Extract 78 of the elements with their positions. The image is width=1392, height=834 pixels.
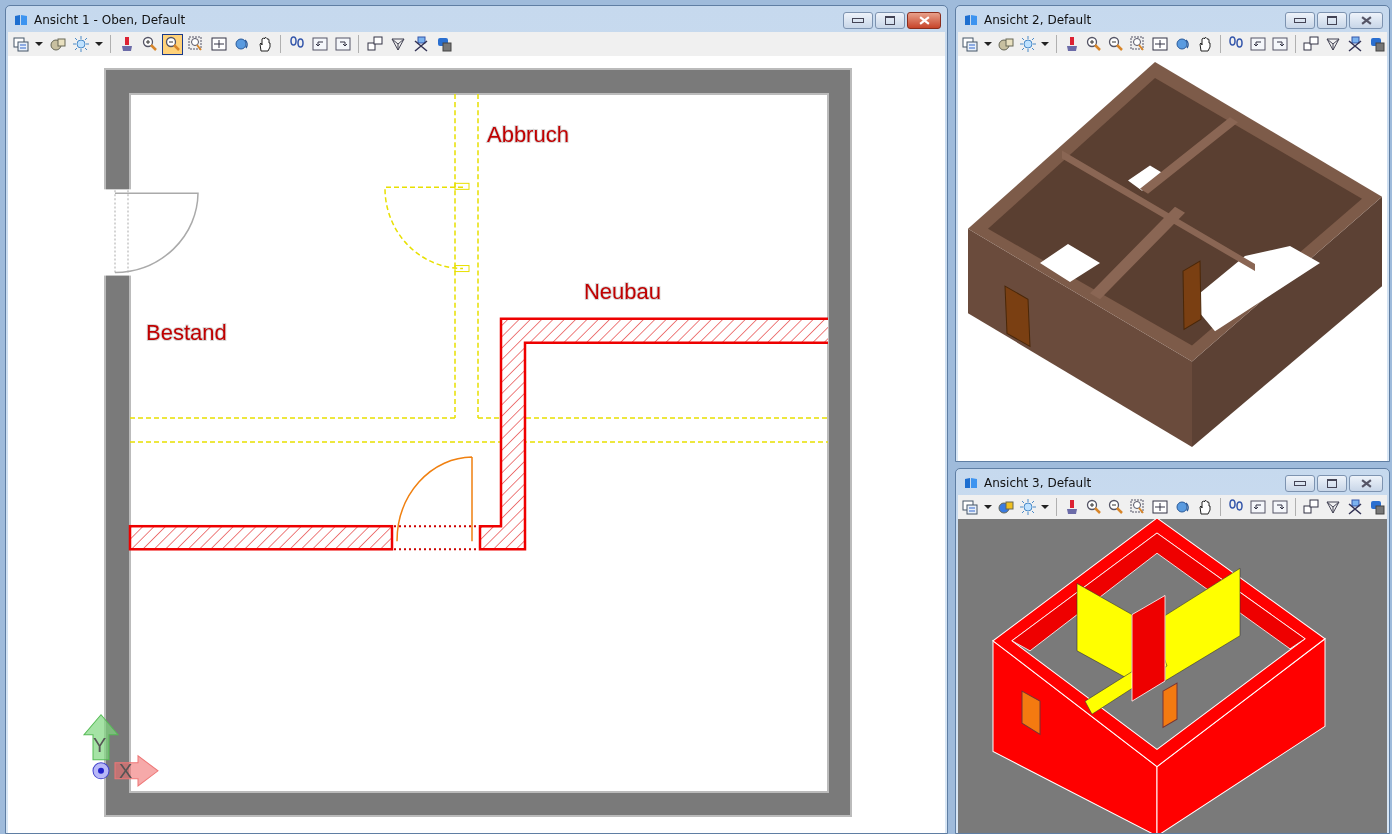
copy-view-icon — [1302, 36, 1319, 52]
fit-view-icon — [1152, 499, 1169, 515]
close-button[interactable] — [1349, 474, 1383, 492]
sun-icon — [1019, 499, 1036, 515]
window-icon — [964, 477, 978, 489]
close-button[interactable] — [1349, 11, 1383, 29]
hand-icon — [1196, 499, 1213, 515]
zoom-out-icon — [1108, 36, 1125, 52]
next-view-icon — [1271, 499, 1288, 515]
hand-icon — [1196, 36, 1213, 52]
close-icon — [1360, 15, 1372, 25]
plan-label: Neubau — [584, 278, 662, 304]
rotate-icon — [1174, 36, 1191, 52]
hand-icon — [256, 36, 273, 52]
rotate-icon — [1174, 499, 1191, 515]
x-axis-arrow — [114, 755, 159, 787]
caret-icon — [95, 42, 103, 46]
window-area-icon — [187, 36, 204, 52]
window-title: Ansicht 2, Default — [984, 13, 1092, 27]
maximize-button[interactable] — [875, 11, 905, 29]
camera-icon — [1368, 36, 1385, 52]
caret-icon — [983, 42, 992, 46]
zoom-in-icon — [1086, 36, 1103, 52]
clip-mask-icon — [1346, 499, 1363, 515]
window-area-icon — [1130, 499, 1147, 515]
window-title: Ansicht 3, Default — [984, 476, 1092, 490]
close-button[interactable] — [907, 11, 941, 29]
copy-view-icon — [1302, 499, 1319, 515]
caret-icon — [1041, 505, 1050, 509]
clip-mask-icon — [1346, 36, 1363, 52]
caret-icon — [983, 505, 992, 509]
zoom-in-icon — [1086, 499, 1103, 515]
plan-label: Bestand — [146, 319, 227, 345]
caret-icon — [35, 42, 43, 46]
rotate-icon — [233, 36, 250, 52]
sun-icon — [1019, 36, 1036, 52]
maximize-button[interactable] — [1317, 474, 1347, 492]
view-attributes-icon — [962, 499, 979, 515]
zoom-out-icon — [164, 36, 181, 52]
camera-icon — [435, 36, 452, 52]
next-view-icon — [334, 36, 351, 52]
minimize-button[interactable] — [1285, 11, 1315, 29]
maximize-button[interactable] — [1317, 11, 1347, 29]
close-icon — [918, 15, 930, 25]
fit-view-icon — [1152, 36, 1169, 52]
close-icon — [1360, 478, 1372, 488]
y-axis-arrow — [83, 714, 119, 761]
toolbar-button[interactable] — [162, 33, 183, 55]
origin-icon — [92, 762, 110, 780]
zoom-out-icon — [1108, 499, 1125, 515]
axis-label: X — [119, 759, 133, 782]
display-style-icon — [997, 36, 1014, 52]
fit-view-icon — [210, 36, 227, 52]
window-icon — [964, 14, 978, 26]
minimize-button[interactable] — [1285, 474, 1315, 492]
display-style-icon — [49, 36, 66, 52]
window-area-icon — [1130, 36, 1147, 52]
copy-view-icon — [366, 36, 383, 52]
view-attributes-icon — [962, 36, 979, 52]
clip-volume-icon — [389, 36, 406, 52]
caret-icon — [1041, 42, 1050, 46]
clip-volume-icon — [1324, 36, 1341, 52]
previous-view-icon — [1249, 36, 1266, 52]
display-style-icon — [997, 499, 1014, 515]
axis-label: Y — [93, 733, 107, 756]
window-icon — [14, 14, 28, 26]
next-view-icon — [1271, 36, 1288, 52]
window-title: Ansicht 1 - Oben, Default — [34, 13, 186, 27]
clip-volume-icon — [1324, 499, 1341, 515]
zoom-in-icon — [141, 36, 158, 52]
previous-view-icon — [1249, 499, 1266, 515]
view-attributes-icon — [12, 36, 29, 52]
clip-mask-icon — [412, 36, 429, 52]
minimize-button[interactable] — [843, 11, 873, 29]
plan-label: Abbruch — [487, 122, 569, 148]
sun-icon — [72, 36, 89, 52]
camera-icon — [1368, 499, 1385, 515]
previous-view-icon — [311, 36, 328, 52]
